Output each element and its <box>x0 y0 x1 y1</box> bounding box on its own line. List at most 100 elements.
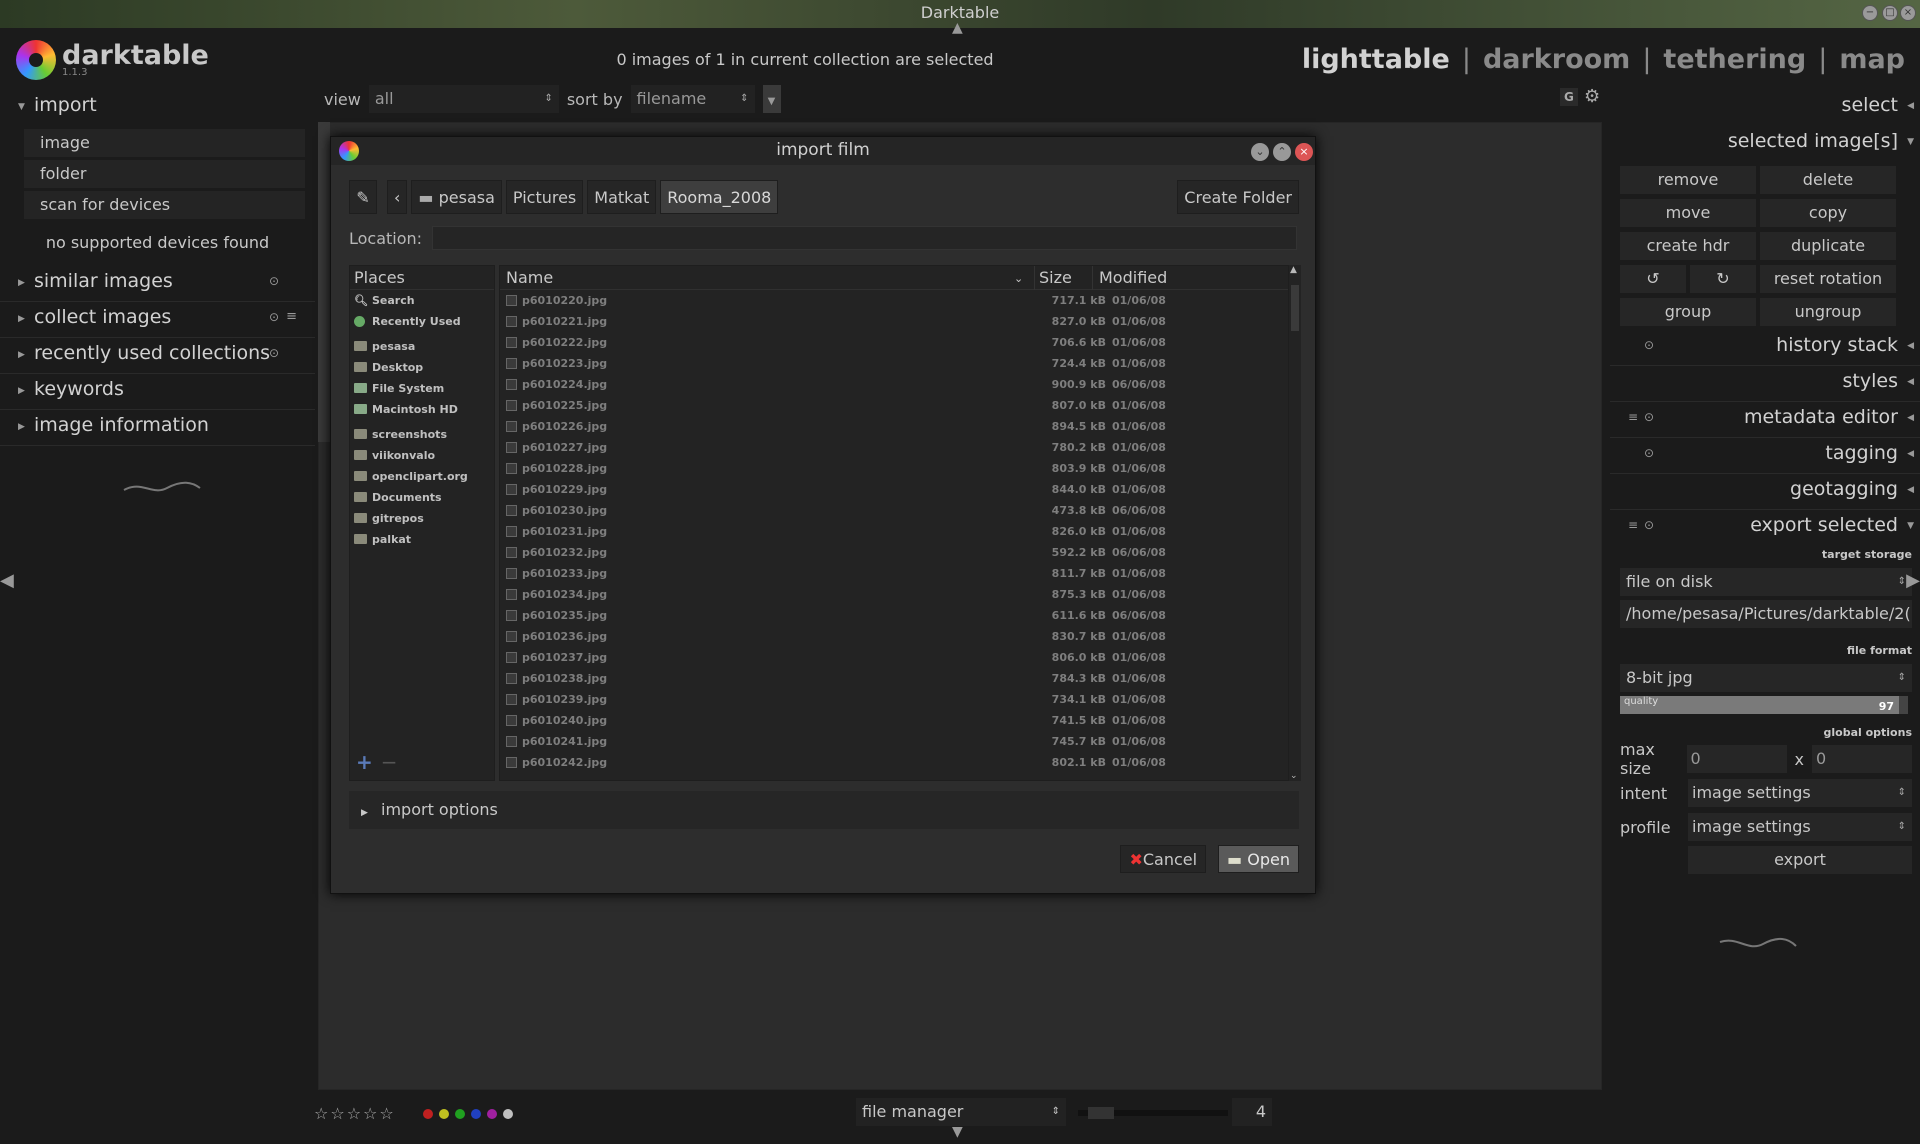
path-back-button[interactable]: ‹ <box>387 180 408 214</box>
file-row[interactable]: p6010223.jpg 724.4 kB 01/06/08 <box>500 353 1288 374</box>
place-file-system[interactable]: File System <box>350 378 494 399</box>
create-folder-button[interactable]: Create Folder <box>1177 180 1299 214</box>
export-selected-header[interactable]: ≡ ⊙ export selected ▼ <box>1610 510 1920 546</box>
place-screenshots[interactable]: screenshots <box>350 424 494 445</box>
view-tethering[interactable]: tethering <box>1663 44 1806 75</box>
add-place-icon[interactable]: + <box>356 750 373 774</box>
dialog-close-button[interactable]: × <box>1295 143 1313 161</box>
color-label-dot[interactable] <box>439 1109 449 1119</box>
file-row[interactable]: p6010229.jpg 844.0 kB 01/06/08 <box>500 479 1288 500</box>
place-viikonvalo[interactable]: viikonvalo <box>350 445 494 466</box>
similar-images-header[interactable]: ▶ similar images ⊙ <box>0 266 315 302</box>
copy-button[interactable]: copy <box>1760 199 1896 227</box>
preset-circle-icon[interactable]: ⊙ <box>1644 330 1654 360</box>
color-label-dot[interactable] <box>487 1109 497 1119</box>
import-section-header[interactable]: ▼ import <box>0 90 315 126</box>
gear-icon[interactable]: ⚙ <box>1584 86 1600 107</box>
color-label-dot[interactable] <box>423 1109 433 1119</box>
image-information-header[interactable]: ▶ image information <box>0 410 315 446</box>
view-lighttable[interactable]: lighttable <box>1302 44 1450 75</box>
ungroup-button[interactable]: ungroup <box>1760 298 1896 326</box>
column-size[interactable]: Size <box>1034 266 1072 290</box>
presets-list-icon[interactable]: ≡ <box>1628 402 1638 432</box>
file-row[interactable]: p6010235.jpg 611.6 kB 06/06/08 <box>500 605 1288 626</box>
profile-combo[interactable]: image settings ⇕ <box>1688 813 1912 841</box>
storage-combo[interactable]: file on disk ⇕ <box>1620 568 1912 596</box>
scroll-down-icon[interactable]: ⌄ <box>1290 771 1298 781</box>
remove-button[interactable]: remove <box>1620 166 1756 194</box>
zoom-slider[interactable] <box>1078 1107 1228 1119</box>
file-row[interactable]: p6010242.jpg 802.1 kB 01/06/08 <box>500 752 1288 773</box>
place-documents[interactable]: Documents <box>350 487 494 508</box>
close-window-button[interactable]: × <box>1900 5 1916 21</box>
place-openclipart[interactable]: openclipart.org <box>350 466 494 487</box>
geotagging-header[interactable]: geotagging ◀ <box>1610 474 1920 510</box>
edit-path-button[interactable]: ✎ <box>349 180 377 214</box>
file-row[interactable]: p6010240.jpg 741.5 kB 01/06/08 <box>500 710 1288 731</box>
collect-images-header[interactable]: ▶ collect images ⊙ ≡ <box>0 302 315 338</box>
select-header[interactable]: select ◀ <box>1610 90 1920 126</box>
place-desktop[interactable]: Desktop <box>350 357 494 378</box>
center-scrollbar[interactable] <box>318 122 330 442</box>
file-row[interactable]: p6010234.jpg 875.3 kB 01/06/08 <box>500 584 1288 605</box>
place-macintosh-hd[interactable]: Macintosh HD <box>350 399 494 420</box>
file-row[interactable]: p6010227.jpg 780.2 kB 01/06/08 <box>500 437 1288 458</box>
color-label-dot[interactable] <box>471 1109 481 1119</box>
top-panel-toggle-icon[interactable]: ▲ <box>952 20 963 36</box>
open-button[interactable]: ▬ Open <box>1218 845 1299 873</box>
preset-circle-icon[interactable]: ⊙ <box>269 266 279 296</box>
preset-circle-icon[interactable]: ⊙ <box>1644 510 1654 540</box>
star-rating[interactable]: ☆☆☆☆☆ <box>314 1104 396 1123</box>
presets-list-icon[interactable]: ≡ <box>1628 510 1638 540</box>
file-row[interactable]: p6010232.jpg 592.2 kB 06/06/08 <box>500 542 1288 563</box>
group-button[interactable]: group <box>1620 298 1756 326</box>
import-options-expander[interactable]: ▶ import options <box>349 791 1299 829</box>
file-row[interactable]: p6010241.jpg 745.7 kB 01/06/08 <box>500 731 1288 752</box>
dialog-minimize-button[interactable]: ⌄ <box>1251 143 1269 161</box>
presets-list-icon[interactable]: ≡ <box>286 302 297 332</box>
left-panel-toggle-icon[interactable]: ◀ <box>0 570 14 591</box>
keywords-header[interactable]: ▶ keywords <box>0 374 315 410</box>
file-row[interactable]: p6010233.jpg 811.7 kB 01/06/08 <box>500 563 1288 584</box>
max-height-input[interactable]: 0 <box>1812 745 1912 773</box>
file-row[interactable]: p6010222.jpg 706.6 kB 01/06/08 <box>500 332 1288 353</box>
styles-header[interactable]: styles ◀ <box>1610 366 1920 402</box>
minimize-button[interactable]: − <box>1862 5 1878 21</box>
import-image-button[interactable]: image <box>24 129 305 157</box>
reset-rotation-button[interactable]: reset rotation <box>1760 265 1896 293</box>
history-stack-header[interactable]: ⊙ history stack ◀ <box>1610 330 1920 366</box>
scroll-thumb[interactable] <box>1291 285 1299 331</box>
file-row[interactable]: p6010224.jpg 900.9 kB 06/06/08 <box>500 374 1288 395</box>
max-width-input[interactable]: 0 <box>1686 745 1787 773</box>
scroll-up-icon[interactable]: ▲ <box>1290 265 1297 275</box>
sort-combo[interactable]: filename ⇕ <box>630 85 755 113</box>
tagging-header[interactable]: ⊙ tagging ◀ <box>1610 438 1920 474</box>
file-row[interactable]: p6010221.jpg 827.0 kB 01/06/08 <box>500 311 1288 332</box>
color-label-dot[interactable] <box>455 1109 465 1119</box>
place-recently-used[interactable]: Recently Used <box>350 311 494 332</box>
preset-circle-icon[interactable]: ⊙ <box>1644 438 1654 468</box>
file-row[interactable]: p6010236.jpg 830.7 kB 01/06/08 <box>500 626 1288 647</box>
right-panel-toggle-icon[interactable]: ▶ <box>1906 570 1920 591</box>
metadata-editor-header[interactable]: ≡ ⊙ metadata editor ◀ <box>1610 402 1920 438</box>
place-pesasa[interactable]: pesasa <box>350 336 494 357</box>
rotate-cw-button[interactable]: ↻ <box>1690 265 1756 293</box>
sort-order-button[interactable]: ▼ <box>762 85 781 113</box>
format-combo[interactable]: 8-bit jpg ⇕ <box>1620 664 1912 692</box>
export-button[interactable]: export <box>1688 846 1912 874</box>
bottom-panel-toggle-icon[interactable]: ▼ <box>952 1124 963 1140</box>
file-list-scrollbar[interactable]: ▲ ⌄ <box>1289 265 1301 781</box>
file-row[interactable]: p6010225.jpg 807.0 kB 01/06/08 <box>500 395 1288 416</box>
grouping-button[interactable]: G <box>1560 88 1578 106</box>
cancel-button[interactable]: ✖Cancel <box>1120 845 1207 873</box>
file-row[interactable]: p6010230.jpg 473.8 kB 06/06/08 <box>500 500 1288 521</box>
view-filter-combo[interactable]: all ⇕ <box>368 85 559 113</box>
view-darkroom[interactable]: darkroom <box>1483 44 1630 75</box>
place-gitrepos[interactable]: gitrepos <box>350 508 494 529</box>
import-folder-button[interactable]: folder <box>24 160 305 188</box>
zoom-value[interactable]: 4 <box>1232 1098 1272 1126</box>
path-segment-pictures[interactable]: Pictures <box>505 180 584 214</box>
zoom-handle[interactable] <box>1088 1107 1114 1119</box>
create-hdr-button[interactable]: create hdr <box>1620 232 1756 260</box>
path-segment-matkat[interactable]: Matkat <box>587 180 657 214</box>
